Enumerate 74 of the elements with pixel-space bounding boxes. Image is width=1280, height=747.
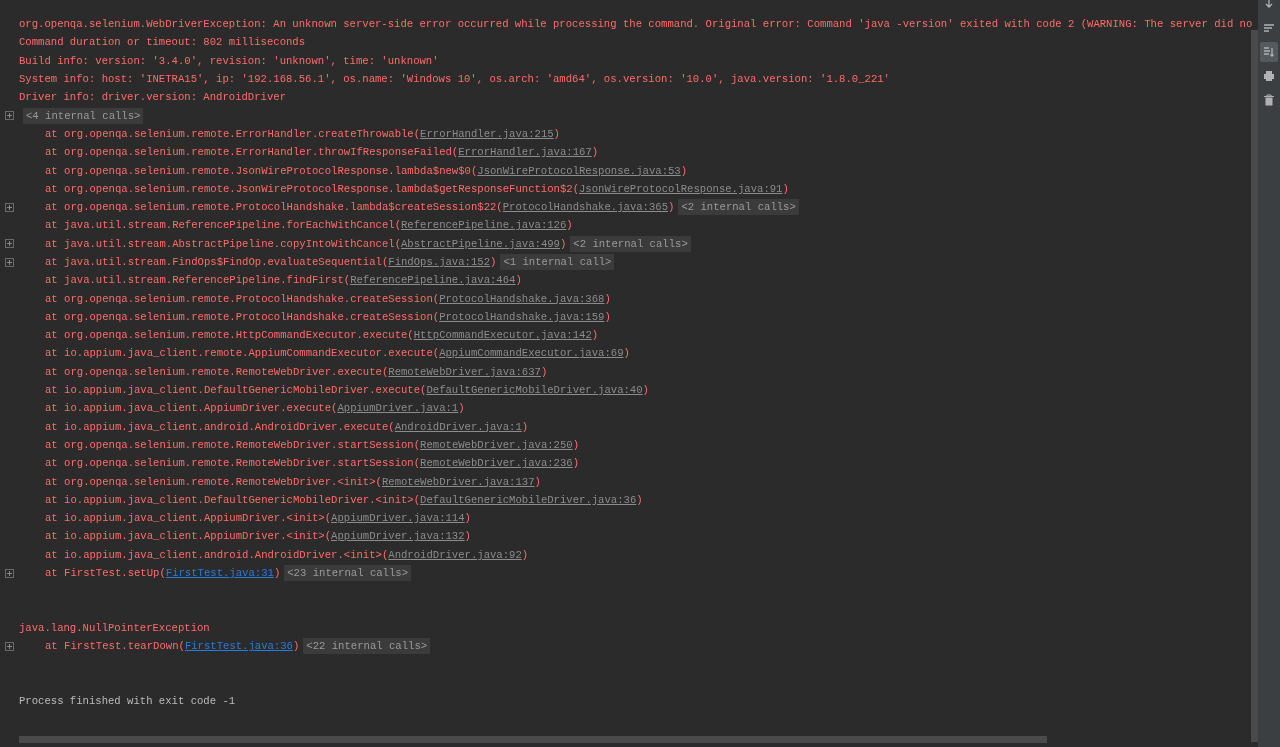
source-link[interactable]: JsonWireProtocolResponse.java:91 [579, 182, 783, 195]
stack-frame: at org.openqa.selenium.remote.RemoteWebDriver.startSession(RemoteWebDriver.java:236) [19, 457, 580, 470]
stack-frame: at io.appium.java_client.AppiumDriver.<init>(AppiumDriver.java:132) [19, 530, 471, 543]
scrollbar[interactable] [19, 736, 1047, 743]
scroll-to-end-icon[interactable] [1260, 42, 1278, 62]
expand-icon[interactable] [5, 568, 14, 578]
source-link[interactable]: FirstTest.java:36 [184, 640, 293, 653]
error-message: System info: host: 'INETRA15', ip: '192.168.56.1', os.name: 'Windows 10', os.arch: 'amd64', os.version: '10.0', java.version: '1.8.0_221' [19, 73, 890, 86]
source-link[interactable]: AppiumDriver.java:1 [337, 402, 459, 415]
source-link[interactable]: HttpCommandExecutor.java:142 [413, 329, 592, 342]
internal-calls-badge[interactable]: <2 internal calls> [678, 199, 799, 216]
source-link[interactable]: DefaultGenericMobileDriver.java:36 [420, 493, 637, 506]
source-link[interactable]: FirstTest.java:31 [165, 567, 274, 580]
source-link[interactable]: JsonWireProtocolResponse.java:53 [477, 164, 681, 177]
expand-icon[interactable] [5, 111, 14, 121]
error-message: Command duration or timeout: 802 milliseconds [19, 36, 306, 49]
expand-icon[interactable] [5, 641, 14, 651]
stack-frame: at org.openqa.selenium.remote.ProtocolHandshake.createSession(ProtocolHandshake.java:368) [19, 292, 611, 305]
internal-calls-badge[interactable]: <1 internal call> [500, 254, 615, 270]
scrollbar[interactable] [1251, 30, 1258, 742]
expand-icon[interactable] [5, 239, 14, 249]
stack-frame: at io.appium.java_client.android.AndroidDriver.execute(AndroidDriver.java:1) [19, 420, 529, 433]
source-link[interactable]: AppiumDriver.java:132 [331, 530, 465, 543]
source-link[interactable]: AndroidDriver.java:92 [388, 548, 522, 561]
source-link[interactable]: AppiumDriver.java:114 [331, 512, 465, 525]
stack-frame: at io.appium.java_client.AppiumDriver.execute(AppiumDriver.java:1) [19, 402, 465, 415]
internal-calls-badge[interactable]: <23 internal calls> [284, 565, 412, 582]
internal-calls-badge[interactable]: <2 internal calls> [570, 235, 691, 252]
source-link[interactable]: ProtocolHandshake.java:159 [439, 310, 605, 323]
source-link[interactable]: ReferencePipeline.java:464 [350, 274, 516, 287]
stack-frame: at io.appium.java_client.DefaultGenericMobileDriver.execute(DefaultGenericMobileDriver.java:40) [19, 384, 649, 397]
source-link[interactable]: RemoteWebDriver.java:137 [381, 475, 535, 488]
error-message: Build info: version: '3.4.0', revision: 'unknown', time: 'unknown' [19, 54, 439, 67]
stack-frame: at org.openqa.selenium.remote.HttpCommandExecutor.execute(HttpCommandExecutor.java:142) [19, 329, 599, 342]
expand-icon[interactable] [5, 257, 14, 267]
stack-frame: at java.util.stream.ReferencePipeline.forEachWithCancel(ReferencePipeline.java:126) [19, 219, 573, 232]
stack-frame: at java.util.stream.ReferencePipeline.findFirst(ReferencePipeline.java:464) [19, 274, 522, 287]
source-link[interactable]: RemoteWebDriver.java:637 [388, 365, 541, 378]
source-link[interactable]: AndroidDriver.java:1 [394, 420, 522, 433]
error-message: java.lang.NullPointerException [19, 621, 210, 634]
stack-frame: at FirstTest.setUp(FirstTest.java:31) [19, 567, 281, 580]
error-message: Driver info: driver.version: AndroidDriver [19, 91, 286, 104]
source-link[interactable]: ErrorHandler.java:167 [458, 146, 592, 159]
stack-frame: at io.appium.java_client.AppiumDriver.<init>(AppiumDriver.java:114) [19, 512, 471, 525]
stack-frame: at FirstTest.tearDown(FirstTest.java:36) [19, 640, 300, 653]
stack-frame: at org.openqa.selenium.remote.ProtocolHandshake.lambda$createSession$22(ProtocolHandshake.java:365) [19, 201, 675, 214]
source-link[interactable]: DefaultGenericMobileDriver.java:40 [426, 384, 643, 397]
source-link[interactable]: ErrorHandler.java:215 [420, 127, 554, 140]
stack-frame: at org.openqa.selenium.remote.RemoteWebDriver.<init>(RemoteWebDriver.java:137) [19, 475, 541, 488]
stack-frame: at org.openqa.selenium.remote.RemoteWebDriver.startSession(RemoteWebDriver.java:250) [19, 438, 580, 451]
internal-calls-badge[interactable]: <22 internal calls> [303, 638, 431, 655]
source-link[interactable]: RemoteWebDriver.java:250 [420, 438, 573, 451]
stack-frame: at io.appium.java_client.android.AndroidDriver.<init>(AndroidDriver.java:92) [19, 548, 529, 561]
stack-frame: at io.appium.java_client.DefaultGenericMobileDriver.<init>(DefaultGenericMobileDriver.java:36) [19, 493, 643, 506]
source-link[interactable]: ProtocolHandshake.java:365 [502, 201, 669, 214]
internal-calls-badge[interactable]: <4 internal calls> [23, 107, 144, 124]
source-link[interactable]: FindOps.java:152 [388, 256, 490, 268]
stack-frame: at io.appium.java_client.remote.AppiumCommandExecutor.execute(AppiumCommandExecutor.java:69) [19, 347, 630, 360]
stack-frame: at org.openqa.selenium.remote.RemoteWebDriver.execute(RemoteWebDriver.java:637) [19, 365, 548, 378]
process-message: Process finished with exit code -1 [19, 695, 236, 708]
stack-frame: at java.util.stream.AbstractPipeline.copyIntoWithCancel(AbstractPipeline.java:499) [19, 237, 567, 250]
stack-frame: at org.openqa.selenium.remote.JsonWireProtocolResponse.lambda$getResponseFunction$2(JsonWireProtocolResponse.java:91) [19, 182, 789, 195]
source-link[interactable]: ReferencePipeline.java:126 [401, 219, 567, 232]
source-link[interactable]: ProtocolHandshake.java:368 [439, 292, 605, 305]
source-link[interactable]: AbstractPipeline.java:499 [401, 237, 560, 250]
stack-frame: at org.openqa.selenium.remote.ErrorHandler.throwIfResponseFailed(ErrorHandler.java:167) [19, 146, 599, 159]
stack-frame: at java.util.stream.FindOps$FindOp.evaluateSequential(FindOps.java:152) [19, 256, 497, 268]
stack-frame: at org.openqa.selenium.remote.ErrorHandler.createThrowable(ErrorHandler.java:215) [19, 127, 560, 140]
error-message: org.openqa.selenium.WebDriverException: An unknown server-side error occurred while processing the command. Original error: Command 'java -version' exited with code 2 (WARNING: The server did no [19, 18, 1253, 31]
source-link[interactable]: RemoteWebDriver.java:236 [420, 457, 573, 470]
source-link[interactable]: AppiumCommandExecutor.java:69 [439, 347, 624, 360]
expand-icon[interactable] [5, 202, 14, 212]
stack-frame: at org.openqa.selenium.remote.ProtocolHandshake.createSession(ProtocolHandshake.java:159) [19, 310, 611, 323]
stack-frame: at org.openqa.selenium.remote.JsonWireProtocolResponse.lambda$new$0(JsonWireProtocolResponse.java:53) [19, 164, 688, 177]
